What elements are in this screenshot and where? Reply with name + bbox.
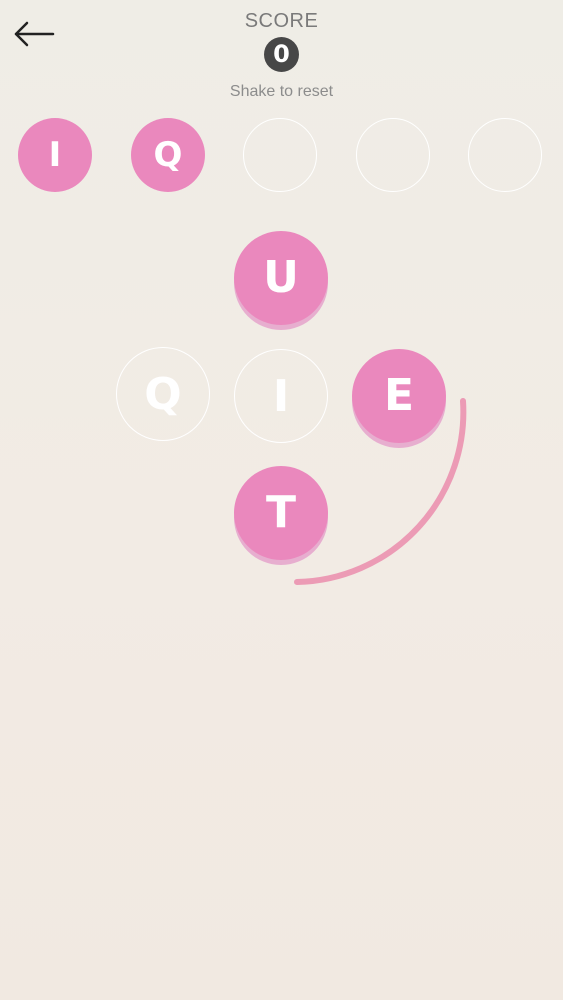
reset-hint: Shake to reset xyxy=(229,83,334,100)
letter-tile-e[interactable]: E xyxy=(352,349,446,443)
answer-slot-3 xyxy=(243,118,317,192)
answer-slot-1: I xyxy=(18,118,92,192)
answer-slot-5 xyxy=(468,118,542,192)
letter-tile-q[interactable]: Q xyxy=(116,347,210,441)
letter-tile-u[interactable]: U xyxy=(234,231,328,325)
letter-tile-i[interactable]: I xyxy=(234,349,328,443)
answer-slot-4 xyxy=(356,118,430,192)
score-value: 0 xyxy=(264,37,299,72)
answer-slot-2: Q xyxy=(131,118,205,192)
letter-tile-t[interactable]: T xyxy=(234,466,328,560)
score-label: SCORE xyxy=(244,10,319,32)
